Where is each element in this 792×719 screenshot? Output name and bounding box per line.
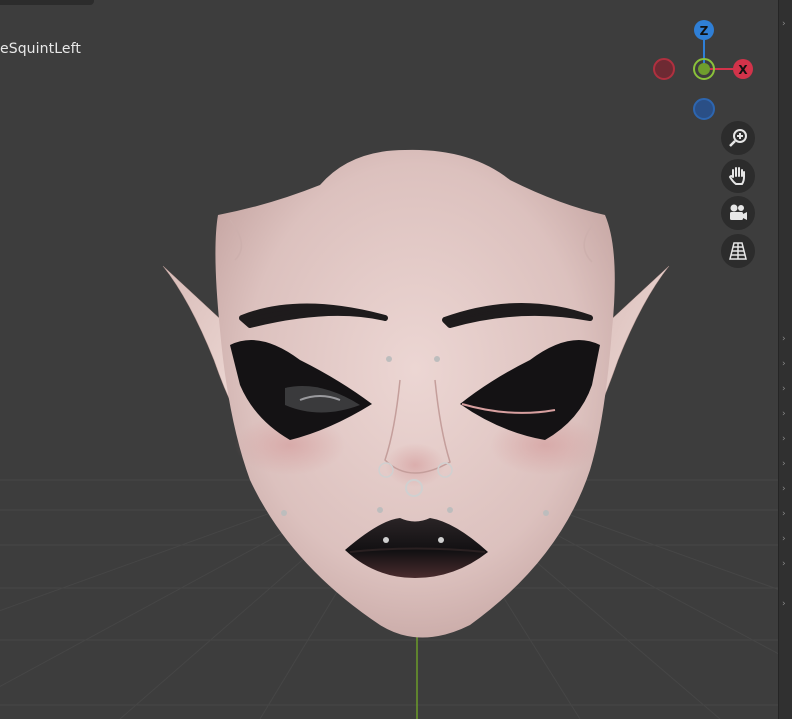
- 3d-viewport[interactable]: eSquintLeft Z X: [0, 0, 778, 719]
- camera-icon: [730, 204, 747, 220]
- shape-key-label: eSquintLeft: [0, 41, 81, 57]
- chevron-icon[interactable]: ›: [782, 485, 790, 494]
- perspective-toggle-button[interactable]: [721, 234, 755, 268]
- pan-button[interactable]: [721, 159, 755, 193]
- chevron-icon[interactable]: ›: [782, 600, 790, 609]
- chevron-icon[interactable]: ›: [782, 435, 790, 444]
- gizmo-z-label: Z: [700, 24, 709, 38]
- zoom-button[interactable]: [721, 121, 755, 155]
- chevron-icon[interactable]: ›: [782, 510, 790, 519]
- zoom-icon: [729, 129, 747, 147]
- chevron-icon[interactable]: ›: [782, 20, 790, 29]
- camera-button[interactable]: [721, 196, 755, 230]
- gizmo-neg-z-axis: [693, 98, 715, 120]
- chevron-icon[interactable]: ›: [782, 535, 790, 544]
- chevron-icon[interactable]: ›: [782, 335, 790, 344]
- gizmo-x-label: X: [738, 63, 748, 77]
- chevron-icon[interactable]: ›: [782, 385, 790, 394]
- grid-icon: [729, 242, 747, 260]
- chevron-icon[interactable]: ›: [782, 410, 790, 419]
- properties-panel-edge[interactable]: › › › › › › › › › › › ›: [778, 0, 792, 719]
- header-region: [0, 0, 94, 5]
- navigation-gizmo[interactable]: Z X: [650, 20, 760, 125]
- chevron-icon[interactable]: ›: [782, 560, 790, 569]
- chevron-icon[interactable]: ›: [782, 460, 790, 469]
- pan-icon: [728, 167, 745, 185]
- chevron-icon[interactable]: ›: [782, 360, 790, 369]
- gizmo-neg-x-axis: [653, 58, 675, 80]
